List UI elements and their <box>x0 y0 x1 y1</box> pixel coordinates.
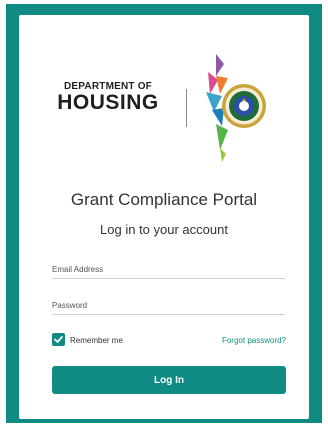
remember-me-label: Remember me <box>70 336 123 345</box>
email-field[interactable] <box>52 260 285 279</box>
log-in-button[interactable]: Log In <box>52 366 286 394</box>
portal-title: Grant Compliance Portal <box>70 190 258 209</box>
forgot-password-link[interactable]: Forgot password? <box>200 336 286 345</box>
checkmark-icon <box>54 336 63 343</box>
department-of-housing-logo: DEPARTMENT OF HOUSING <box>48 81 168 114</box>
puerto-rico-seal-icon <box>206 54 266 162</box>
login-subtitle: Log in to your account <box>100 222 228 237</box>
logo-divider <box>186 89 187 127</box>
logo-housing: HOUSING <box>57 91 159 114</box>
remember-me-checkbox[interactable] <box>52 333 65 346</box>
password-field[interactable] <box>52 296 285 315</box>
